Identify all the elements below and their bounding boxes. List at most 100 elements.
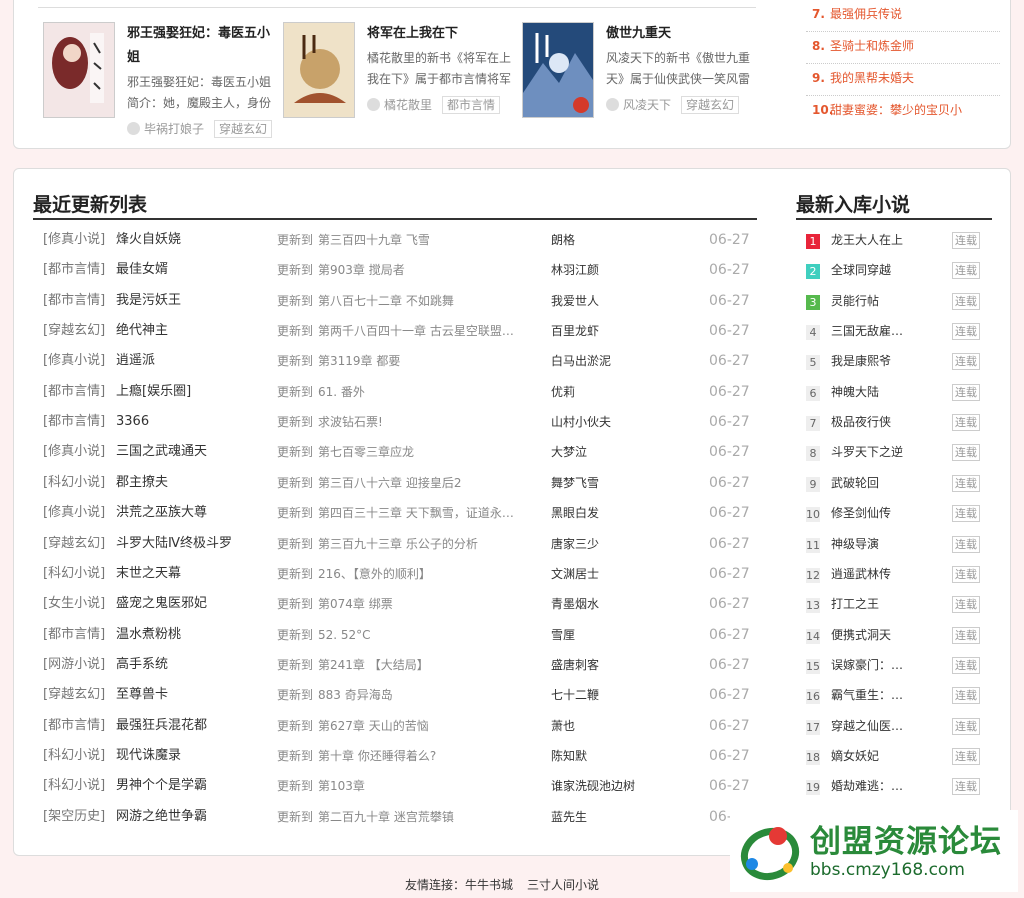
book-link[interactable]: 我是污妖王 (116, 290, 181, 312)
book-title[interactable]: 傲世九重天 (606, 22, 756, 46)
book-link[interactable]: 最强狂兵混花都 (116, 715, 207, 737)
book-link[interactable]: 斗罗天下之逆 (831, 441, 903, 463)
list-item[interactable]: 15 误嫁豪门：… 连载 (806, 654, 984, 684)
category-link[interactable]: [科幻小说] (43, 472, 105, 494)
book-link[interactable]: 嫡女妖妃 (831, 745, 879, 767)
book-link[interactable]: 三国无敌雇… (831, 320, 903, 342)
book-tag[interactable]: 穿越玄幻 (681, 96, 740, 114)
chapter-link[interactable]: 第八百七十二章 不如跳舞 (318, 290, 454, 312)
book-link[interactable]: 洪荒之巫族大尊 (116, 502, 207, 524)
table-row[interactable]: [都市言情] 温水煮粉桃 更新到 52. 52°C 雪厘 06-27 (33, 624, 757, 654)
table-row[interactable]: [科幻小说] 末世之天幕 更新到 216、【意外的顺利】 文渊居士 06-27 (33, 563, 757, 593)
chapter-link[interactable]: 52. 52°C (318, 624, 371, 646)
book-link[interactable]: 便携式洞天 (831, 624, 891, 646)
category-link[interactable]: [修真小说] (43, 229, 105, 251)
book-title[interactable]: 将军在上我在下 (367, 22, 517, 46)
category-link[interactable]: [都市言情] (43, 411, 105, 433)
book-link[interactable]: 斗罗大陆Ⅳ终极斗罗 (116, 533, 232, 555)
category-link[interactable]: [穿越玄幻] (43, 320, 105, 342)
book-cover[interactable] (522, 22, 594, 118)
chapter-link[interactable]: 第3119章 都要 (318, 350, 400, 372)
book-title[interactable]: 邪王强娶狂妃：毒医五小姐 (127, 22, 277, 70)
table-row[interactable]: [科幻小说] 现代诛魔录 更新到 第十章 你还睡得着么? 陈知默 06-27 (33, 745, 757, 775)
book-link[interactable]: 婚劫难逃：… (831, 775, 903, 797)
list-item[interactable]: 6 神魄大陆 连载 (806, 381, 984, 411)
book-link[interactable]: 网游之绝世争霸 (116, 806, 207, 828)
book-author[interactable]: 橘花散里 (384, 98, 432, 112)
category-link[interactable]: [都市言情] (43, 624, 105, 646)
category-link[interactable]: [网游小说] (43, 654, 105, 676)
category-link[interactable]: [穿越玄幻] (43, 684, 105, 706)
table-row[interactable]: [架空历史] 网游之绝世争霸 更新到 第二百九十章 迷宫荒攀镇 蓝先生 06- (33, 806, 757, 836)
list-item[interactable]: 7 极品夜行侠 连载 (806, 411, 984, 441)
chapter-link[interactable]: 第074章 绑票 (318, 593, 393, 615)
ranking-title[interactable]: 圣骑士和炼金师 (830, 39, 914, 53)
book-author[interactable]: 毕祸打娘子 (144, 122, 204, 136)
book-link[interactable]: 至尊兽卡 (116, 684, 168, 706)
category-link[interactable]: [女生小说] (43, 593, 105, 615)
book-link[interactable]: 神级导演 (831, 533, 879, 555)
list-item[interactable]: 9 武破轮回 连载 (806, 472, 984, 502)
list-item[interactable]: 12 逍遥武林传 连载 (806, 563, 984, 593)
category-link[interactable]: [都市言情] (43, 715, 105, 737)
table-row[interactable]: [穿越玄幻] 至尊兽卡 更新到 883 奇异海岛 七十二鞭 06-27 (33, 684, 757, 714)
list-item[interactable]: 18 嫡女妖妃 连载 (806, 745, 984, 775)
book-link[interactable]: 神魄大陆 (831, 381, 879, 403)
list-item[interactable]: 2 全球同穿越 连载 (806, 259, 984, 289)
chapter-link[interactable]: 883 奇异海岛 (318, 684, 393, 706)
chapter-link[interactable]: 第627章 天山的苦恼 (318, 715, 429, 737)
ranking-item[interactable]: 7. 最强佣兵传说 (806, 0, 1000, 32)
table-row[interactable]: [科幻小说] 郡主撩夫 更新到 第三百八十六章 迎接皇后2 舞梦飞雪 06-27 (33, 472, 757, 502)
featured-book-3[interactable]: 傲世九重天 风凌天下的新书《傲世九重天》属于仙侠武侠一笑风雷 风凌天下 穿越玄幻 (522, 22, 754, 128)
book-author[interactable]: 风凌天下 (623, 98, 671, 112)
category-link[interactable]: [都市言情] (43, 381, 105, 403)
chapter-link[interactable]: 第241章 【大结局】 (318, 654, 429, 676)
table-row[interactable]: [修真小说] 洪荒之巫族大尊 更新到 第四百三十三章 天下飘雪，证道永… 黑眼白发 06-… (33, 502, 757, 532)
list-item[interactable]: 3 灵能行帖 连载 (806, 290, 984, 320)
chapter-link[interactable]: 第三百八十六章 迎接皇后2 (318, 472, 461, 494)
book-link[interactable]: 温水煮粉桃 (116, 624, 181, 646)
chapter-link[interactable]: 求波钻石票! (318, 411, 383, 433)
book-link[interactable]: 全球同穿越 (831, 259, 891, 281)
category-link[interactable]: [都市言情] (43, 290, 105, 312)
book-link[interactable]: 修圣剑仙传 (831, 502, 891, 524)
book-link[interactable]: 逍遥武林传 (831, 563, 891, 585)
book-link[interactable]: 高手系统 (116, 654, 168, 676)
table-row[interactable]: [修真小说] 烽火自妖娆 更新到 第三百四十九章 飞雪 朗格 06-27 (33, 229, 757, 259)
table-row[interactable]: [都市言情] 我是污妖王 更新到 第八百七十二章 不如跳舞 我爱世人 06-27 (33, 290, 757, 320)
book-link[interactable]: 最佳女婿 (116, 259, 168, 281)
book-link[interactable]: 武破轮回 (831, 472, 879, 494)
featured-book-1[interactable]: 邪王强娶狂妃：毒医五小姐 邪王强娶狂妃：毒医五小姐简介：她，魔殿主人，身份 毕祸… (43, 22, 277, 138)
chapter-link[interactable]: 第两千八百四十一章 古云星空联盟… (318, 320, 514, 342)
list-item[interactable]: 10 修圣剑仙传 连载 (806, 502, 984, 532)
book-cover[interactable] (283, 22, 355, 118)
chapter-link[interactable]: 第三百九十三章 乐公子的分析 (318, 533, 478, 555)
table-row[interactable]: [女生小说] 盛宠之鬼医邪妃 更新到 第074章 绑票 青墨烟水 06-27 (33, 593, 757, 623)
table-row[interactable]: [科幻小说] 男神个个是学霸 更新到 第103章 谁家洗砚池边树 06-27 (33, 775, 757, 805)
category-link[interactable]: [科幻小说] (43, 745, 105, 767)
ranking-title[interactable]: 最强佣兵传说 (830, 7, 902, 21)
book-link[interactable]: 烽火自妖娆 (116, 229, 181, 251)
book-tag[interactable]: 都市言情 (442, 96, 501, 114)
category-link[interactable]: [科幻小说] (43, 775, 105, 797)
chapter-link[interactable]: 61. 番外 (318, 381, 365, 403)
category-link[interactable]: [修真小说] (43, 441, 105, 463)
category-link[interactable]: [修真小说] (43, 350, 105, 372)
list-item[interactable]: 14 便携式洞天 连载 (806, 624, 984, 654)
ranking-item[interactable]: 10.甜妻蜜婆：攀少的宝贝小 (806, 96, 1000, 128)
category-link[interactable]: [科幻小说] (43, 563, 105, 585)
list-item[interactable]: 4 三国无敌雇… 连载 (806, 320, 984, 350)
book-link[interactable]: 现代诛魔录 (116, 745, 181, 767)
list-item[interactable]: 13 打工之王 连载 (806, 593, 984, 623)
chapter-link[interactable]: 第103章 (318, 775, 365, 797)
list-item[interactable]: 5 我是康熙爷 连载 (806, 350, 984, 380)
ranking-item[interactable]: 8. 圣骑士和炼金师 (806, 32, 1000, 64)
book-cover[interactable] (43, 22, 115, 118)
chapter-link[interactable]: 第二百九十章 迷宫荒攀镇 (318, 806, 454, 828)
ranking-item[interactable]: 9. 我的黑帮未婚夫 (806, 64, 1000, 96)
featured-book-2[interactable]: 将军在上我在下 橘花散里的新书《将军在上我在下》属于都市言情将军 橘花散里 都市言… (283, 22, 515, 128)
category-link[interactable]: [穿越玄幻] (43, 533, 105, 555)
book-link[interactable]: 打工之王 (831, 593, 879, 615)
table-row[interactable]: [穿越玄幻] 绝代神主 更新到 第两千八百四十一章 古云星空联盟… 百里龙虾 06-27 (33, 320, 757, 350)
list-item[interactable]: 11 神级导演 连载 (806, 533, 984, 563)
